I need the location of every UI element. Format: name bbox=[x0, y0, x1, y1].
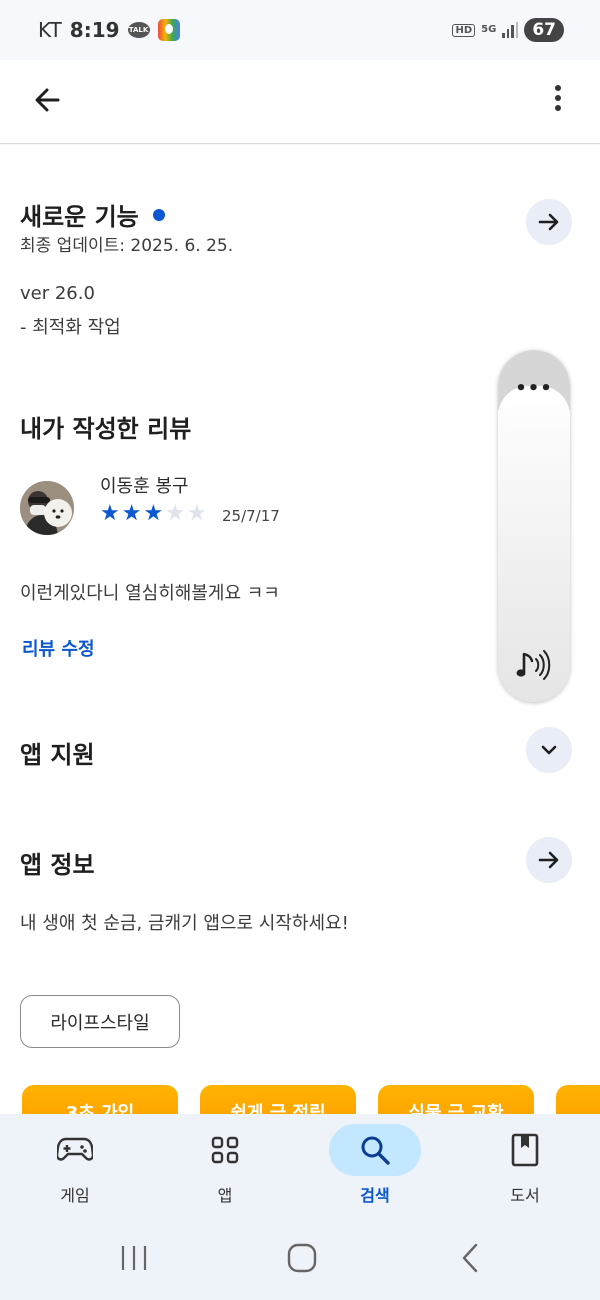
signal-icon bbox=[502, 22, 519, 38]
battery-level: 67 bbox=[524, 18, 564, 42]
promo-card[interactable]: 쉽게 금 적립 bbox=[200, 1085, 356, 1115]
top-app-bar bbox=[0, 60, 600, 144]
search-icon bbox=[361, 1136, 390, 1165]
status-right: HD 5G 67 bbox=[452, 18, 564, 42]
my-review-title: 내가 작성한 리뷰 bbox=[20, 415, 192, 443]
star-empty-icon: ★ bbox=[165, 501, 185, 526]
edit-review-link[interactable]: 리뷰 수정 bbox=[22, 635, 95, 661]
nav-pill-active bbox=[329, 1124, 421, 1176]
back-nav-icon[interactable] bbox=[450, 1242, 490, 1274]
star-filled-icon: ★ bbox=[100, 501, 120, 526]
nav-label: 검색 bbox=[360, 1186, 390, 1205]
promo-card[interactable]: 기프 bbox=[556, 1085, 600, 1115]
nav-item-search[interactable]: 검색 bbox=[315, 1114, 435, 1214]
app-support-title: 앱 지원 bbox=[20, 741, 95, 769]
star-filled-icon: ★ bbox=[143, 501, 164, 526]
nav-pill bbox=[479, 1124, 571, 1176]
version-text: ver 26.0 bbox=[20, 283, 95, 304]
hd-voice-icon: HD bbox=[452, 23, 476, 37]
music-sound-icon[interactable] bbox=[512, 646, 552, 686]
arrow-right-icon bbox=[538, 213, 559, 231]
panel-menu-dots[interactable]: ••• bbox=[498, 378, 570, 399]
category-chip[interactable]: 라이프스타일 bbox=[20, 995, 180, 1048]
review-date: 25/7/17 bbox=[222, 507, 280, 525]
app-support-expand-button[interactable] bbox=[526, 727, 572, 773]
map-notification-icon bbox=[157, 19, 180, 41]
back-arrow-icon[interactable] bbox=[30, 82, 66, 118]
release-notes-text: - 최적화 작업 bbox=[20, 317, 121, 338]
network-5g-icon: 5G bbox=[481, 24, 497, 35]
promo-card[interactable]: 3초 가입 bbox=[22, 1085, 178, 1115]
app-info-arrow-button[interactable] bbox=[526, 837, 572, 883]
nav-item-games[interactable]: 게임 bbox=[15, 1114, 135, 1214]
chevron-down-icon bbox=[541, 745, 557, 755]
apps-grid-icon bbox=[211, 1136, 239, 1164]
app-info-title: 앱 정보 bbox=[20, 851, 95, 879]
star-rating: ★ ★ ★ ★ ★ bbox=[100, 503, 207, 525]
star-filled-icon: ★ bbox=[121, 501, 142, 526]
clock: 8:19 bbox=[69, 18, 120, 42]
gamepad-icon bbox=[57, 1137, 93, 1161]
arrow-right-icon bbox=[538, 851, 559, 869]
reviewer-name: 이동훈 봉구 bbox=[100, 476, 189, 497]
new-indicator-dot bbox=[152, 209, 165, 221]
nav-label: 도서 bbox=[510, 1186, 540, 1205]
bottom-navigation: 게임 앱 검색 도서 bbox=[0, 1114, 600, 1214]
book-icon bbox=[511, 1133, 539, 1167]
nav-label: 게임 bbox=[60, 1186, 90, 1205]
promo-cards: 3초 가입 쉽게 금 적립 실물 금 교환 기프 bbox=[22, 1085, 600, 1115]
recent-apps-icon[interactable] bbox=[114, 1242, 154, 1274]
more-options-icon[interactable] bbox=[552, 82, 564, 118]
reviewer-avatar bbox=[20, 481, 74, 535]
status-left: KT 8:19 TALK bbox=[38, 18, 180, 42]
kakaotalk-notification-icon: TALK bbox=[127, 22, 150, 38]
status-bar: KT 8:19 TALK HD 5G 67 bbox=[0, 0, 600, 60]
nav-item-apps[interactable]: 앱 bbox=[165, 1114, 285, 1214]
star-empty-icon: ★ bbox=[186, 501, 207, 526]
review-text: 이런게있다니 열심히해볼게요 ㅋㅋ bbox=[20, 583, 280, 604]
nav-pill bbox=[29, 1124, 121, 1176]
app-description: 내 생애 첫 순금, 금캐기 앱으로 시작하세요! bbox=[20, 913, 349, 934]
last-updated-text: 최종 업데이트: 2025. 6. 25. bbox=[20, 236, 234, 256]
nav-label: 앱 bbox=[217, 1186, 233, 1205]
nav-pill bbox=[179, 1124, 271, 1176]
promo-card[interactable]: 실물 금 교환 bbox=[378, 1085, 534, 1115]
nav-item-books[interactable]: 도서 bbox=[465, 1114, 585, 1214]
carrier-label: KT bbox=[38, 18, 62, 42]
system-navigation-bar bbox=[0, 1214, 600, 1300]
home-icon[interactable] bbox=[282, 1242, 322, 1274]
floating-side-panel[interactable]: ••• bbox=[498, 350, 570, 702]
whats-new-heading: 새로운 기능 bbox=[20, 197, 165, 232]
whats-new-title: 새로운 기능 bbox=[20, 203, 139, 231]
whats-new-arrow-button[interactable] bbox=[526, 199, 572, 245]
